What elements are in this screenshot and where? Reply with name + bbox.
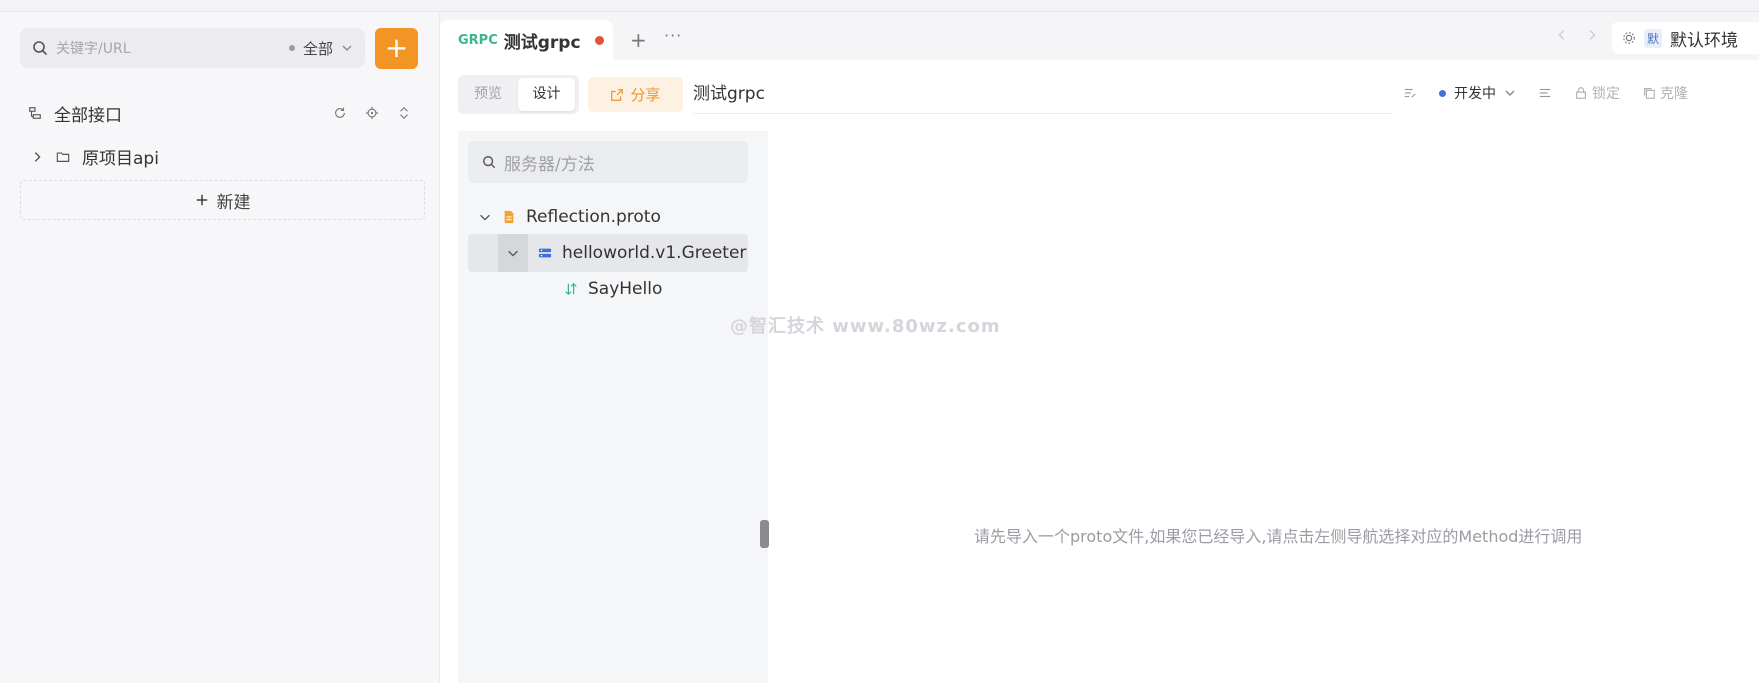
share-button[interactable]: 分享	[588, 77, 683, 112]
empty-state-hint: 请先导入一个proto文件,如果您已经导入,请点击左侧导航选择对应的Method…	[974, 527, 1583, 546]
method-panel: 服务器/方法 Reflection.proto helloworld.v1.Gr…	[458, 131, 768, 683]
search-icon	[483, 156, 496, 169]
server-icon	[538, 248, 552, 258]
search-placeholder[interactable]: 关键字/URL	[56, 38, 131, 58]
method-label: SayHello	[588, 279, 663, 299]
right-tools: 开发中 锁定 克隆	[1403, 83, 1688, 103]
scope-select[interactable]: 全部	[288, 38, 353, 59]
top-strip	[0, 0, 1759, 12]
copy-icon	[1644, 88, 1655, 99]
tab-design[interactable]: 设计	[518, 78, 575, 111]
api-toolbar: 预览 设计 分享 测试grpc 开发中 锁定 克隆	[458, 75, 1759, 115]
proto-file-node[interactable]: Reflection.proto	[478, 207, 661, 227]
chevron-down-icon[interactable]	[478, 210, 492, 224]
tab-title: 测试grpc	[503, 32, 581, 53]
gear-icon	[1623, 32, 1635, 44]
tab-nav	[1555, 28, 1599, 42]
folder-icon	[56, 151, 70, 162]
share-label: 分享	[630, 86, 661, 104]
proto-file-label: Reflection.proto	[526, 207, 661, 227]
service-toggle[interactable]	[498, 234, 528, 272]
tree-tools	[333, 106, 411, 120]
all-apis-label: 全部接口	[54, 105, 122, 126]
scope-dot	[288, 45, 295, 51]
sidebar: 关键字/URL 全部 + 全部接口 原项目api 新建	[0, 12, 440, 683]
method-search[interactable]: 服务器/方法	[468, 141, 748, 183]
protocol-badge: GRPC	[458, 32, 498, 48]
chevron-down-icon	[342, 45, 352, 51]
app-window: 关键字/URL 全部 + 全部接口 原项目api 新建 GRPC 测试grpc …	[0, 0, 1759, 683]
tab-grpc-test[interactable]: GRPC 测试grpc	[440, 20, 613, 60]
refresh-icon[interactable]	[333, 106, 347, 120]
share-icon	[611, 88, 624, 101]
service-node[interactable]: helloworld.v1.Greeter	[468, 234, 748, 272]
locate-icon[interactable]	[365, 106, 379, 120]
environment-select[interactable]: 默 默认环境	[1612, 22, 1759, 54]
lock-icon	[1576, 87, 1586, 99]
chevron-left-icon[interactable]	[1555, 28, 1569, 42]
file-icon	[504, 210, 514, 224]
tab-preview[interactable]: 预览	[462, 78, 514, 111]
chevron-right-icon[interactable]	[30, 150, 44, 164]
swap-arrows-icon	[565, 282, 577, 296]
clone-button[interactable]: 克隆	[1642, 83, 1688, 103]
panel-collapse-handle[interactable]	[760, 520, 769, 548]
lock-button[interactable]: 锁定	[1574, 83, 1620, 103]
api-name-input[interactable]: 测试grpc	[693, 75, 1393, 114]
method-node[interactable]: SayHello	[564, 279, 662, 299]
chevron-right-icon[interactable]	[1585, 28, 1599, 42]
service-label: helloworld.v1.Greeter	[562, 243, 747, 263]
tab-bar: GRPC 测试grpc + ··· 默 默认环境	[440, 12, 1759, 60]
new-button[interactable]: 新建	[20, 180, 425, 220]
api-search[interactable]: 关键字/URL 全部	[20, 28, 365, 68]
chevron-down-icon	[1505, 90, 1515, 96]
list-tree-icon	[29, 107, 41, 119]
folder-item[interactable]: 原项目api	[30, 144, 159, 169]
lock-label: 锁定	[1592, 86, 1620, 102]
edit-list-icon[interactable]	[1403, 86, 1417, 100]
env-label: 默认环境	[1670, 30, 1739, 51]
scope-label: 全部	[302, 39, 333, 58]
add-button[interactable]: +	[375, 28, 418, 69]
clone-label: 克隆	[1660, 86, 1688, 102]
watermark: @智汇技术 www.80wz.com	[730, 316, 1001, 337]
new-label: 新建	[216, 192, 251, 213]
plus-icon	[196, 194, 207, 206]
status-label: 开发中	[1454, 86, 1496, 102]
more-tabs-button[interactable]: ···	[664, 26, 682, 45]
unsaved-dot	[594, 35, 604, 45]
new-tab-button[interactable]: +	[630, 28, 647, 52]
status-select[interactable]: 开发中	[1439, 83, 1516, 103]
search-icon	[33, 41, 48, 56]
folder-label: 原项目api	[82, 149, 159, 169]
align-icon[interactable]	[1538, 86, 1552, 100]
expand-collapse-icon[interactable]	[397, 106, 411, 120]
all-apis-row[interactable]: 全部接口	[28, 100, 411, 126]
status-dot	[1439, 89, 1446, 97]
env-badge: 默	[1644, 28, 1663, 48]
chevron-down-icon	[508, 250, 518, 257]
method-search-placeholder[interactable]: 服务器/方法	[504, 150, 595, 175]
mode-switch: 预览 设计	[458, 75, 579, 114]
